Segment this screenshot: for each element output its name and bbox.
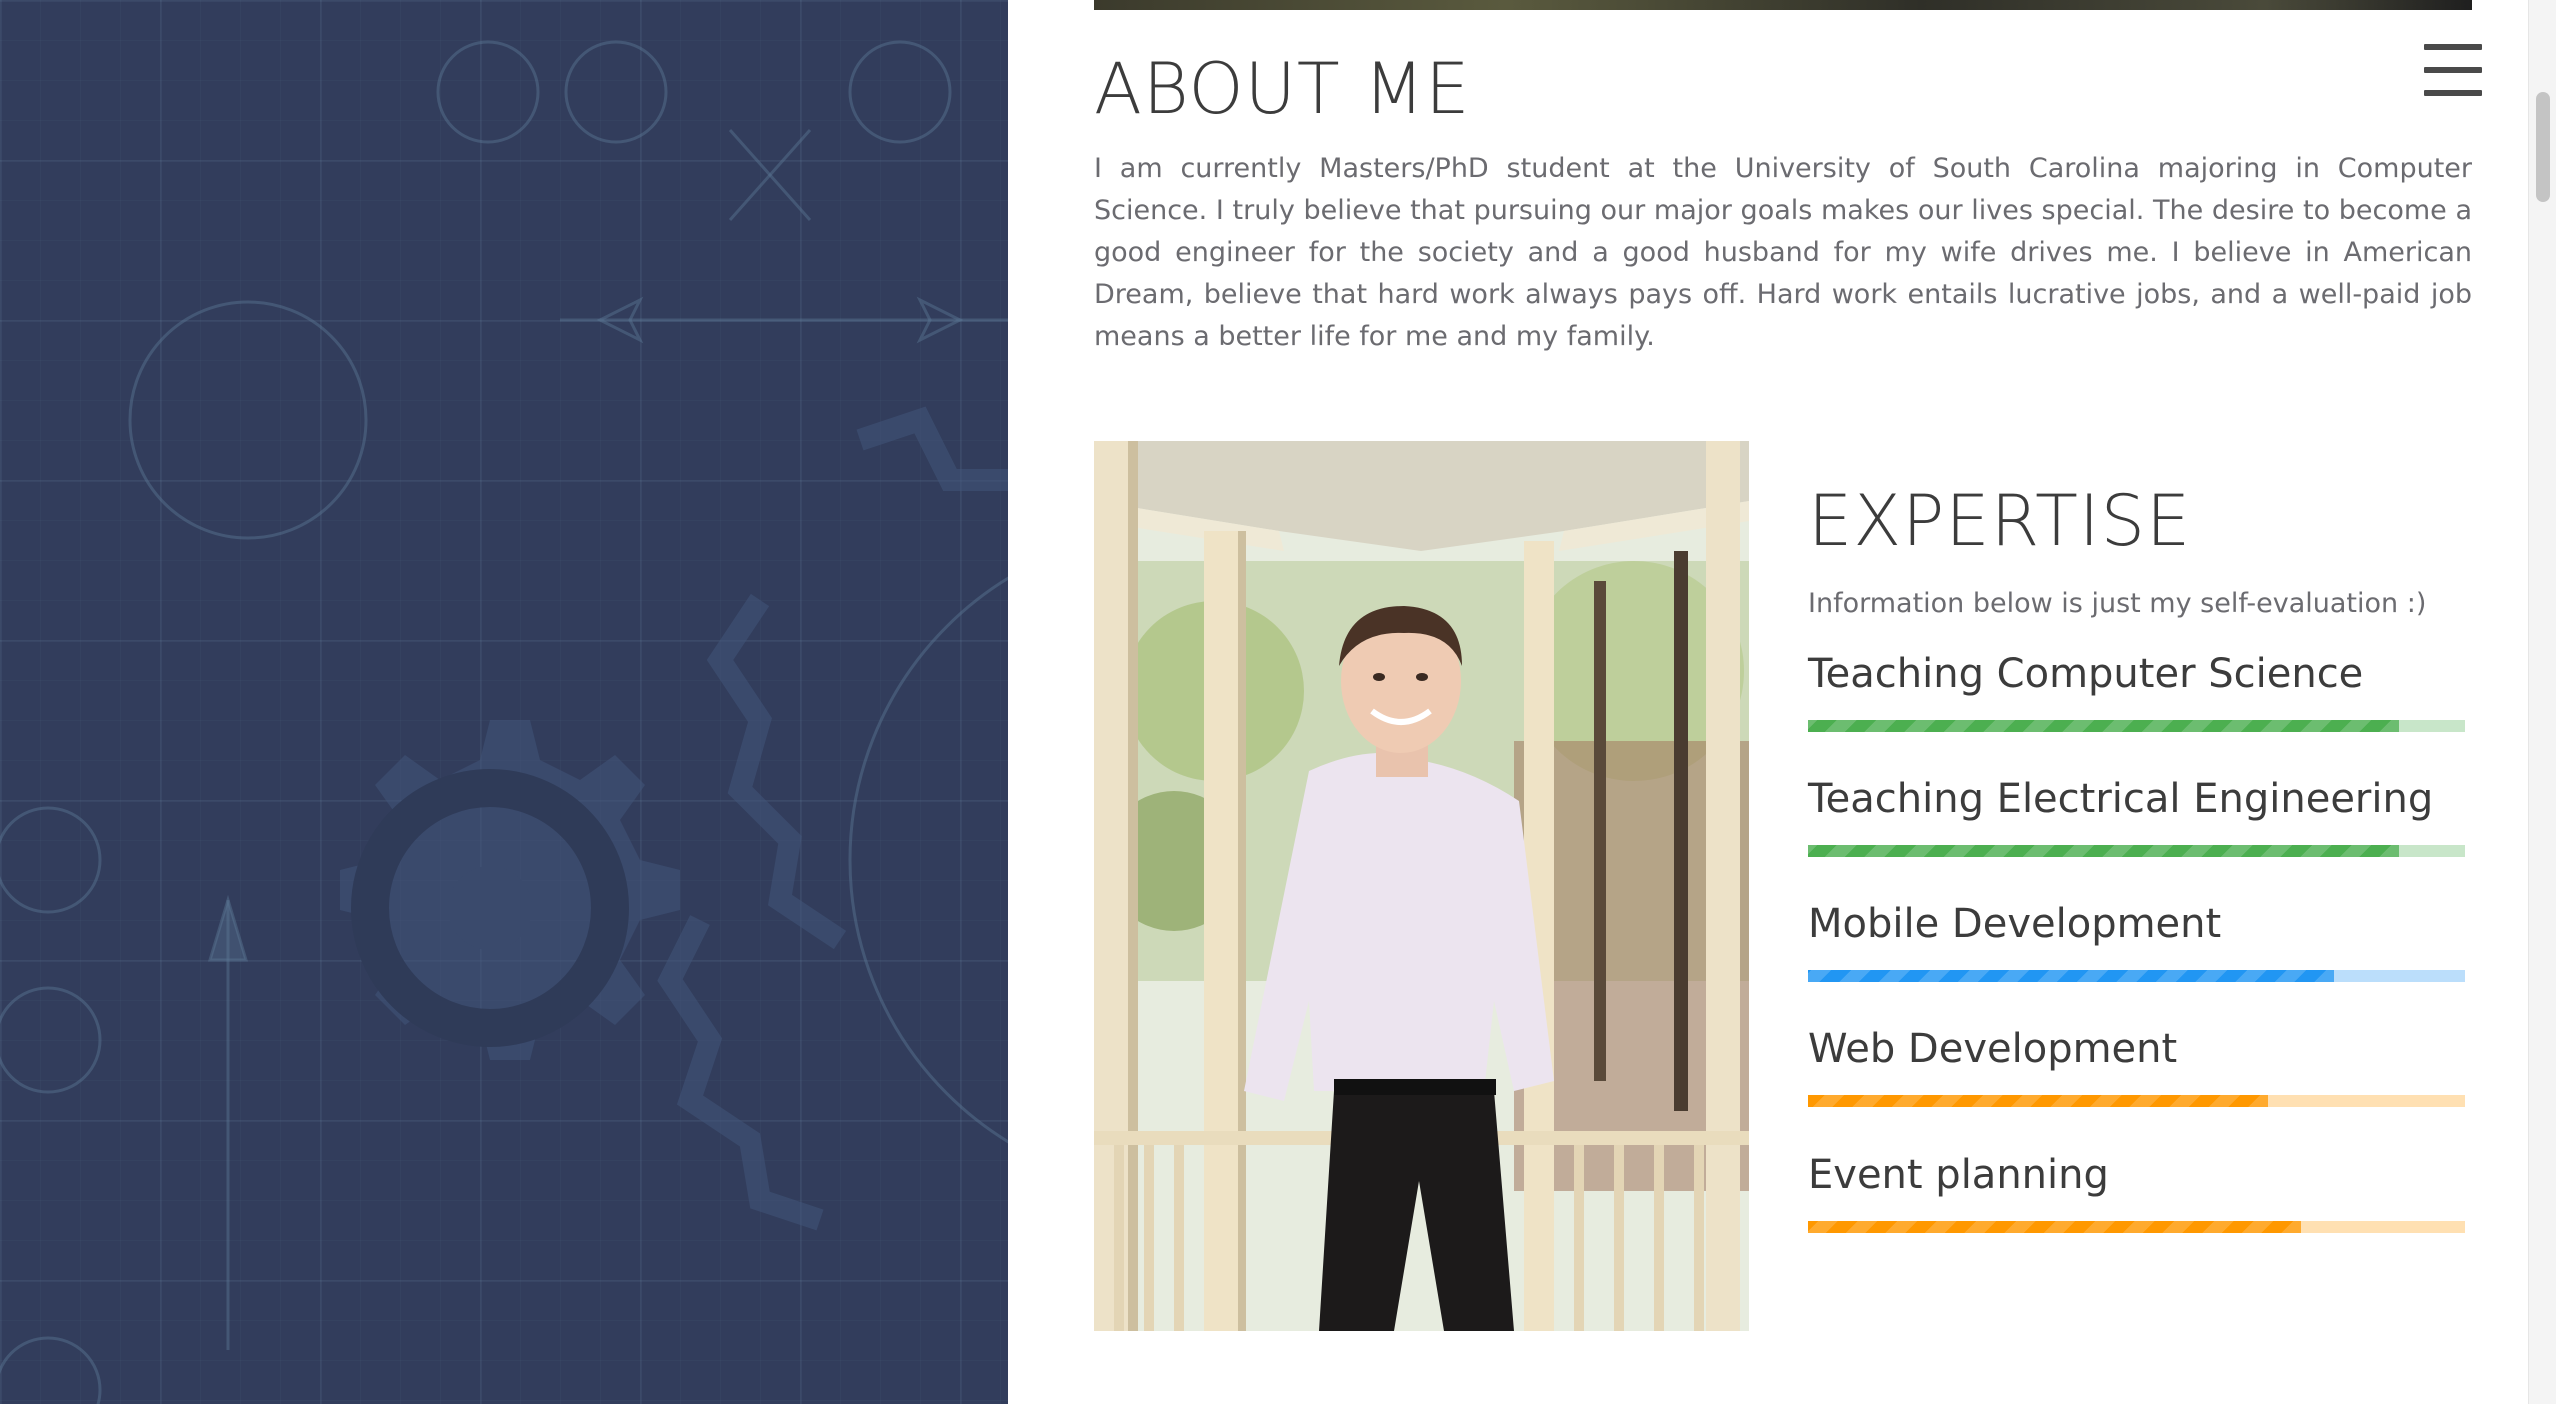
- skill-progress-bar: [1808, 845, 2465, 857]
- skill-progress-fill: [1808, 1221, 2301, 1233]
- page-scrollbar-track[interactable]: [2528, 0, 2556, 1404]
- skill-label: Teaching Computer Science: [1808, 651, 2364, 697]
- expertise-heading: EXPERTISE: [1808, 480, 2192, 562]
- page-scrollbar-thumb[interactable]: [2536, 92, 2550, 202]
- skill-item: Teaching Electrical Engineering: [1808, 773, 2465, 857]
- skill-progress-bar: [1808, 1221, 2465, 1233]
- skill-progress-fill: [1808, 720, 2400, 732]
- skill-label: Teaching Electrical Engineering: [1808, 776, 2434, 822]
- hamburger-menu-icon: [2424, 44, 2482, 50]
- skill-progress-fill: [1808, 1095, 2268, 1107]
- skill-label: Mobile Development: [1808, 901, 2222, 947]
- blueprint-illustration: [0, 40, 1008, 1404]
- skill-label: Web Development: [1808, 1026, 2178, 1072]
- skill-item: Teaching Computer Science: [1808, 648, 2465, 732]
- hamburger-menu-button[interactable]: [2424, 44, 2484, 96]
- skill-item: Web Development: [1808, 1023, 2465, 1107]
- blueprint-background-panel: [0, 0, 1008, 1404]
- hamburger-menu-icon-bar: [2424, 67, 2482, 73]
- about-me-heading: ABOUT ME: [1094, 48, 1471, 130]
- skill-progress-bar: [1808, 720, 2465, 732]
- skill-progress-fill: [1808, 845, 2400, 857]
- profile-photo: [1094, 441, 1749, 1331]
- skill-item: Event planning: [1808, 1149, 2465, 1233]
- skill-label: Event planning: [1808, 1152, 2109, 1198]
- expertise-subtitle: Information below is just my self-evalua…: [1808, 588, 2427, 619]
- hamburger-menu-icon-bar: [2424, 90, 2482, 96]
- skill-progress-bar: [1808, 1095, 2465, 1107]
- skill-progress-bar: [1808, 970, 2465, 982]
- skill-item: Mobile Development: [1808, 898, 2465, 982]
- skill-progress-fill: [1808, 970, 2334, 982]
- hero-image-bottom-edge: [1094, 0, 2472, 10]
- main-content: ABOUT ME I am currently Masters/PhD stud…: [1008, 0, 2528, 1404]
- about-me-text: I am currently Masters/PhD student at th…: [1094, 153, 2472, 352]
